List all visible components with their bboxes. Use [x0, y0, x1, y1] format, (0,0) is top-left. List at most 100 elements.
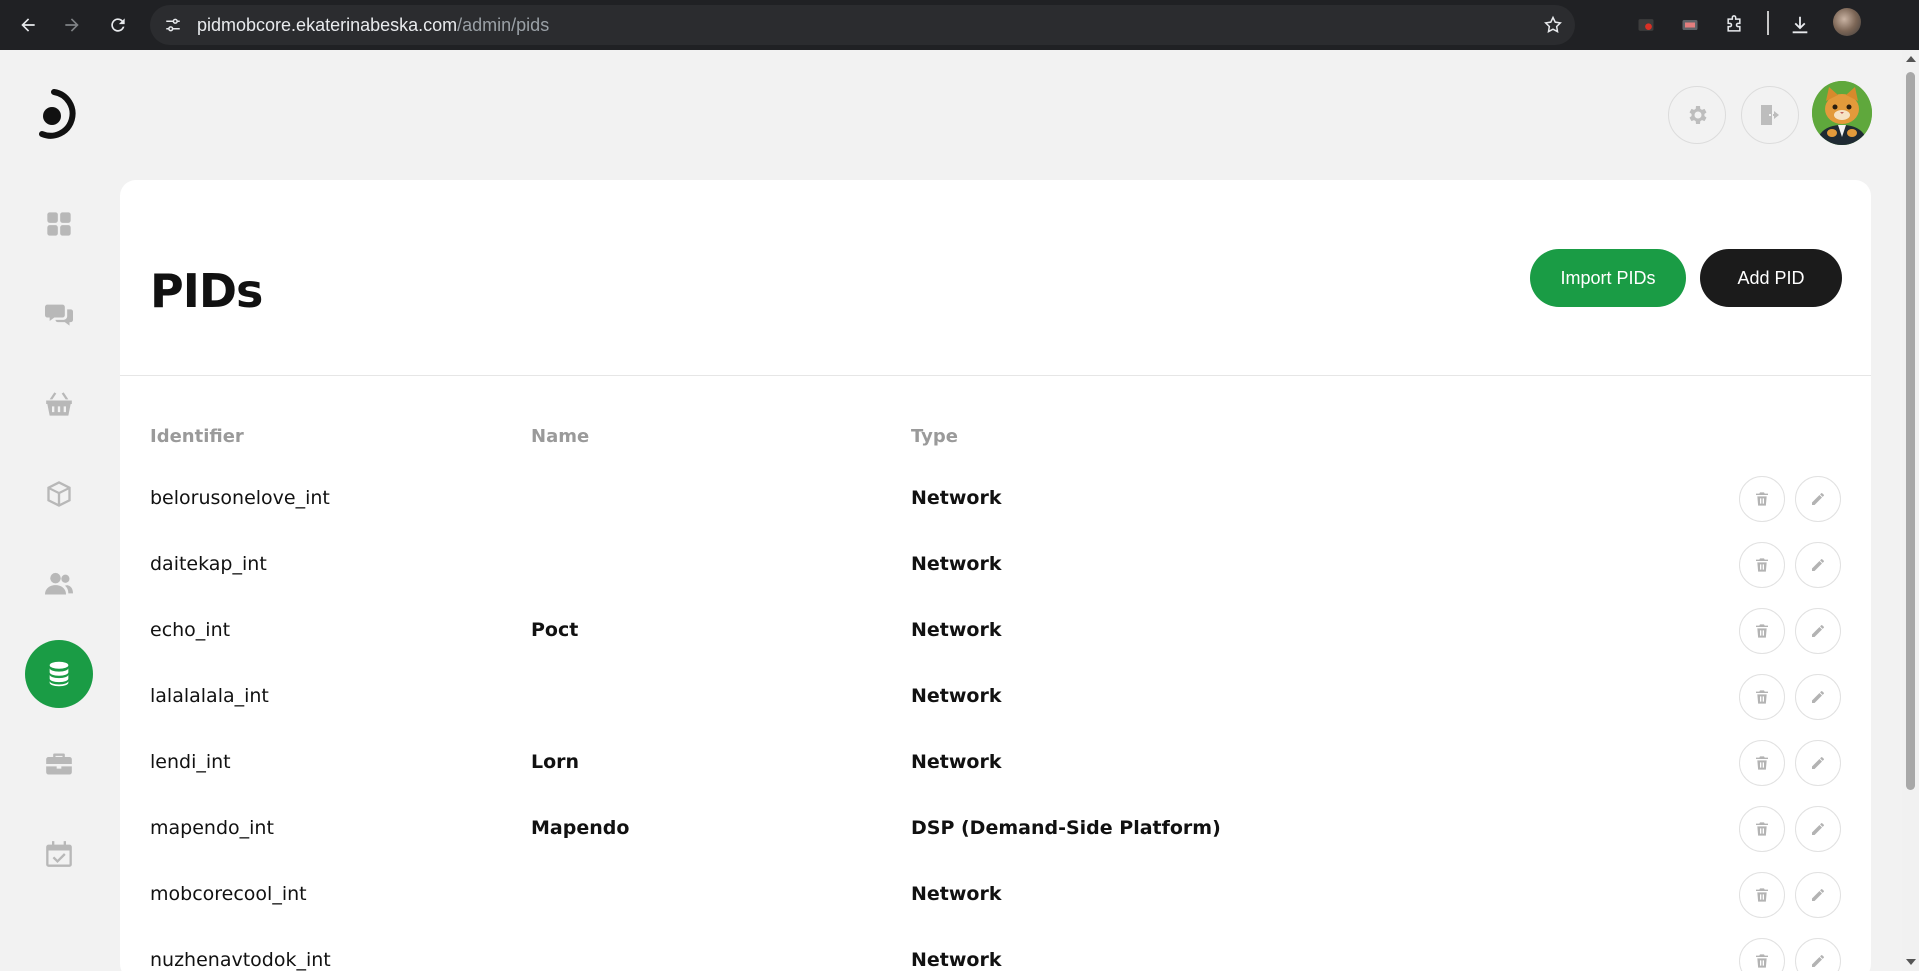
edit-button[interactable]: [1795, 740, 1841, 786]
table-row: mobcorecool_int Network: [120, 862, 1871, 928]
dashboard-grid-icon: [47, 212, 71, 236]
identifier-cell: mobcorecool_int: [150, 883, 307, 905]
back-icon[interactable]: [16, 13, 40, 37]
table-row: lendi_int Lorn Network: [120, 730, 1871, 796]
type-cell: Network: [911, 949, 1002, 971]
app-logo[interactable]: [36, 88, 84, 140]
pencil-icon: [1810, 953, 1826, 969]
name-cell: Lorn: [531, 751, 580, 773]
trash-icon: [1754, 887, 1770, 903]
extension-red-icon[interactable]: [1634, 13, 1658, 37]
page-scrollbar[interactable]: [1902, 50, 1919, 971]
table-row: daitekap_int Network: [120, 532, 1871, 598]
delete-button[interactable]: [1739, 938, 1785, 971]
column-header-type[interactable]: Type: [911, 426, 958, 447]
pencil-icon: [1810, 821, 1826, 837]
delete-button[interactable]: [1739, 872, 1785, 918]
sidebar-item-orders[interactable]: [25, 370, 93, 438]
trash-icon: [1754, 491, 1770, 507]
type-cell: Network: [911, 883, 1002, 905]
pids-card: PIDs Import PIDs Add PID Identifier Name…: [120, 180, 1871, 971]
database-icon: [49, 661, 69, 687]
url-text: pidmobcore.ekaterinabeska.com/admin/pids: [197, 15, 550, 35]
chat-bubbles-icon: [45, 304, 73, 326]
site-settings-icon[interactable]: [164, 16, 182, 34]
settings-button[interactable]: [1668, 86, 1726, 144]
table-row: nuzhenavtodok_int Network: [120, 928, 1871, 971]
import-pids-button[interactable]: Import PIDs: [1530, 249, 1686, 307]
calendar-check-icon: [46, 841, 72, 867]
briefcase-icon: [46, 753, 72, 775]
edit-button[interactable]: [1795, 806, 1841, 852]
page-title: PIDs: [150, 264, 263, 318]
identifier-cell: daitekap_int: [150, 553, 267, 575]
scrollbar-thumb[interactable]: [1906, 72, 1915, 790]
extensions-puzzle-icon[interactable]: [1722, 13, 1746, 37]
delete-button[interactable]: [1739, 608, 1785, 654]
user-avatar[interactable]: [1812, 81, 1872, 145]
name-cell: Mapendo: [531, 817, 630, 839]
trash-icon: [1754, 821, 1770, 837]
sidebar-item-campaigns[interactable]: [25, 730, 93, 798]
trash-icon: [1754, 953, 1770, 969]
bookmark-star-icon[interactable]: [1543, 15, 1563, 35]
edit-button[interactable]: [1795, 674, 1841, 720]
toolbar-divider: [1767, 11, 1769, 35]
type-cell: Network: [911, 685, 1002, 707]
type-cell: Network: [911, 751, 1002, 773]
header-divider: [120, 375, 1871, 376]
identifier-cell: mapendo_int: [150, 817, 274, 839]
table-row: echo_int Poct Network: [120, 598, 1871, 664]
pencil-icon: [1810, 491, 1826, 507]
sidebar-item-messages[interactable]: [25, 280, 93, 348]
type-cell: Network: [911, 619, 1002, 641]
delete-button[interactable]: [1739, 476, 1785, 522]
sidebar-item-pids[interactable]: [25, 640, 93, 708]
table-row: belorusonelove_int Network: [120, 466, 1871, 532]
trash-icon: [1754, 623, 1770, 639]
sidebar-item-products[interactable]: [25, 460, 93, 528]
logout-button[interactable]: [1741, 86, 1799, 144]
scroll-down-arrow-icon[interactable]: [1906, 959, 1916, 965]
identifier-cell: echo_int: [150, 619, 231, 641]
users-icon: [45, 572, 73, 595]
reload-icon[interactable]: [106, 13, 130, 37]
add-pid-button[interactable]: Add PID: [1700, 249, 1842, 307]
delete-button[interactable]: [1739, 674, 1785, 720]
download-icon[interactable]: [1788, 13, 1812, 37]
type-cell: Network: [911, 487, 1002, 509]
sidebar-item-users[interactable]: [25, 550, 93, 618]
edit-button[interactable]: [1795, 872, 1841, 918]
gear-icon: [1689, 106, 1707, 124]
delete-button[interactable]: [1739, 806, 1785, 852]
type-cell: Network: [911, 553, 1002, 575]
forward-icon[interactable]: [60, 13, 84, 37]
identifier-cell: lendi_int: [150, 751, 231, 773]
scroll-up-arrow-icon[interactable]: [1906, 56, 1916, 62]
table-row: mapendo_int Mapendo DSP (Demand-Side Platf…: [120, 796, 1871, 862]
browser-profile-avatar[interactable]: [1833, 8, 1861, 36]
extension-cast-icon[interactable]: [1678, 13, 1702, 37]
edit-button[interactable]: [1795, 938, 1841, 971]
edit-button[interactable]: [1795, 608, 1841, 654]
trash-icon: [1754, 755, 1770, 771]
edit-button[interactable]: [1795, 476, 1841, 522]
identifier-cell: belorusonelove_int: [150, 487, 330, 509]
address-bar[interactable]: pidmobcore.ekaterinabeska.com/admin/pids: [150, 5, 1575, 45]
column-header-identifier[interactable]: Identifier: [150, 426, 244, 447]
edit-button[interactable]: [1795, 542, 1841, 588]
pencil-icon: [1810, 755, 1826, 771]
delete-button[interactable]: [1739, 740, 1785, 786]
sidebar-item-calendar[interactable]: [25, 820, 93, 888]
pencil-icon: [1810, 623, 1826, 639]
package-box-icon: [47, 481, 71, 507]
trash-icon: [1754, 689, 1770, 705]
delete-button[interactable]: [1739, 542, 1785, 588]
identifier-cell: lalalalala_int: [150, 685, 269, 707]
column-header-name[interactable]: Name: [531, 426, 589, 447]
pencil-icon: [1810, 887, 1826, 903]
pencil-icon: [1810, 557, 1826, 573]
basket-icon: [46, 392, 72, 416]
logout-door-icon: [1761, 105, 1779, 125]
sidebar-item-dashboard[interactable]: [25, 190, 93, 258]
